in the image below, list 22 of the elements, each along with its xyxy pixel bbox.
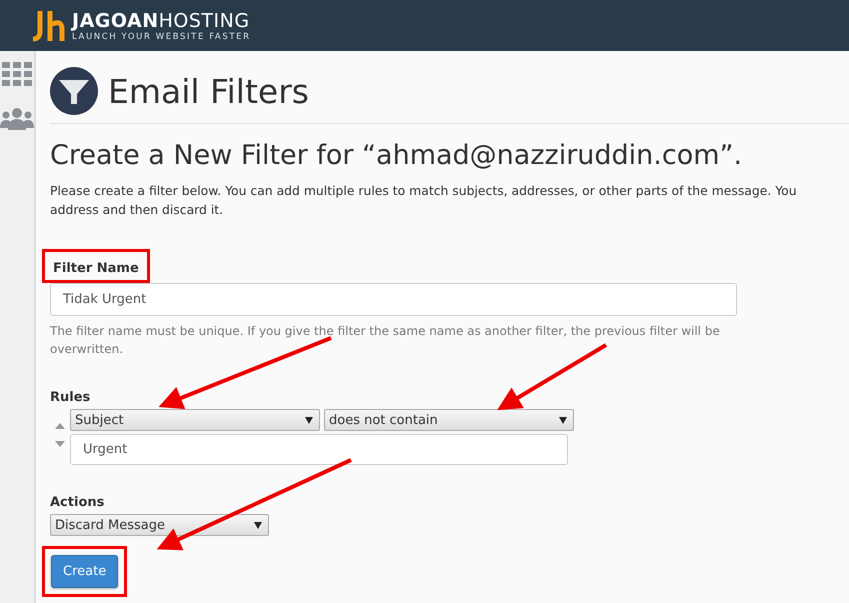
input-field[interactable]: Tidak Urgent (50, 283, 737, 316)
input-field[interactable]: Urgent (70, 434, 568, 465)
caret-icon (305, 416, 313, 424)
caret-icon (254, 522, 262, 528)
help-text: The filter name must be unique. If you give the filter the same name as another filter, the previous filter will be overwritten. (50, 323, 721, 358)
field-label: Actions (50, 495, 106, 510)
section-heading: Create a New Filter for “ahmad@nazziruddin.com”. (50, 140, 744, 171)
logo-tagline: LAUNCH YOUR WEBSITE FASTER (72, 32, 251, 42)
dropdown[interactable]: does not contain (324, 409, 574, 431)
page-title: Email Filters (108, 72, 309, 110)
description-text: Please create a filter below. You can add multiple rules to match subjects, addresses, or other parts of the message. You (50, 182, 798, 200)
field-label: Rules (50, 390, 92, 405)
create-button[interactable]: Create (51, 555, 118, 588)
description-text: address and then discard it. (50, 201, 224, 219)
users-icon[interactable] (0, 108, 34, 130)
dropdown[interactable]: Discard Message (50, 514, 269, 536)
logo-wordmark: JAGOANHOSTING (72, 10, 251, 32)
field-label: Filter Name (53, 261, 139, 276)
funnel-icon (50, 67, 98, 115)
grid-icon[interactable] (2, 62, 32, 86)
dropdown[interactable]: Subject (70, 409, 320, 431)
caret-icon (559, 416, 567, 424)
